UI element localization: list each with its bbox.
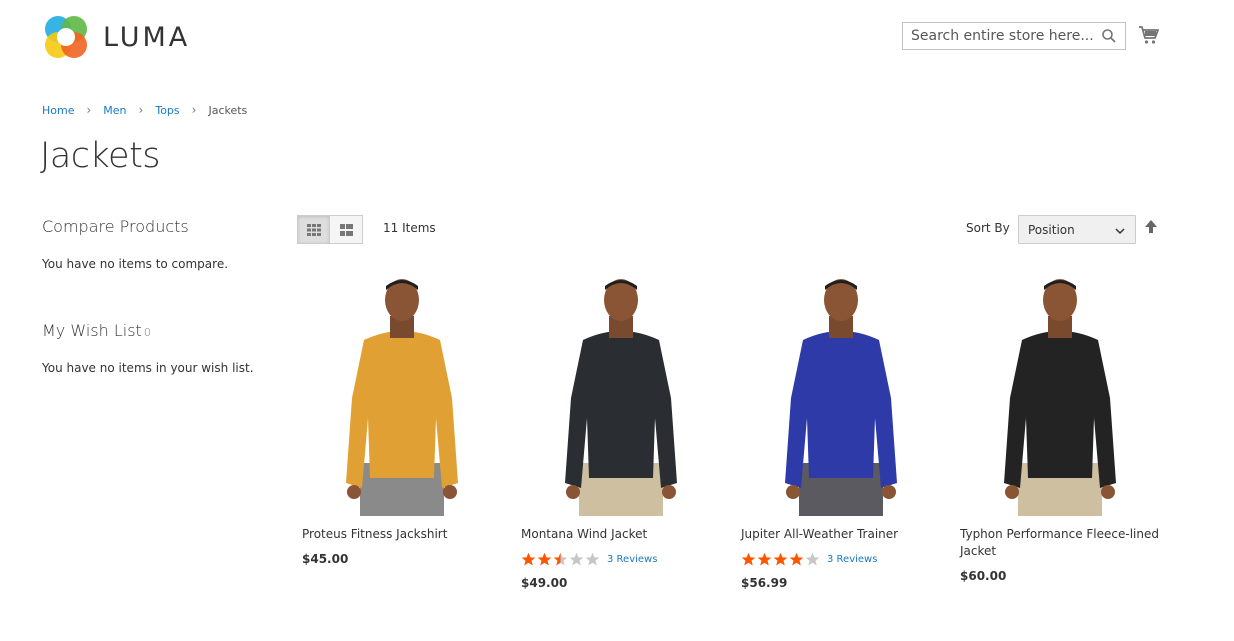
product-item[interactable]: Typhon Performance Fleece-lined Jacket $6… xyxy=(960,278,1160,583)
product-name-link[interactable]: Jupiter All-Weather Trainer xyxy=(741,526,941,543)
rating-stars xyxy=(521,552,601,567)
star-icon xyxy=(585,552,600,565)
cart-icon[interactable] xyxy=(1138,24,1160,46)
sort-by-label: Sort By xyxy=(966,221,1010,235)
star-icon xyxy=(805,552,820,565)
breadcrumb-current: Jackets xyxy=(208,103,248,117)
product-image[interactable] xyxy=(741,278,941,516)
product-item[interactable]: Proteus Fitness Jackshirt $45.00 xyxy=(302,278,502,566)
product-price: $45.00 xyxy=(302,552,349,566)
breadcrumb: Home › Men › Tops › Jackets xyxy=(42,103,247,117)
wishlist-title-block: My Wish List 0 xyxy=(42,321,151,340)
wishlist-count: 0 xyxy=(143,326,151,339)
star-icon xyxy=(569,552,584,565)
star-icon xyxy=(553,552,568,565)
sort-select-value: Position xyxy=(1028,222,1075,237)
product-name-link[interactable]: Proteus Fitness Jackshirt xyxy=(302,526,502,543)
grid-icon xyxy=(306,223,321,236)
product-price: $49.00 xyxy=(521,576,568,590)
star-icon xyxy=(521,552,536,565)
product-name-link[interactable]: Typhon Performance Fleece-lined Jacket xyxy=(960,526,1160,560)
product-item[interactable]: Montana Wind Jacket 3 Reviews $49.00 xyxy=(521,278,721,590)
sort-select[interactable]: Position xyxy=(1018,215,1136,244)
wishlist-empty-message: You have no items in your wish list. xyxy=(42,361,254,375)
search-icon[interactable] xyxy=(1101,28,1117,44)
star-icon xyxy=(773,552,788,565)
compare-products-title: Compare Products xyxy=(42,217,189,236)
luma-logo[interactable]: LUMA xyxy=(43,14,203,60)
wishlist-title: My Wish List xyxy=(42,321,142,340)
reviews-link[interactable]: 3 Reviews xyxy=(607,554,657,565)
product-item[interactable]: Jupiter All-Weather Trainer 3 Reviews $56.… xyxy=(741,278,941,590)
breadcrumb-home[interactable]: Home xyxy=(42,104,74,117)
compare-empty-message: You have no items to compare. xyxy=(42,257,229,271)
rating-stars xyxy=(741,552,821,567)
list-view-button[interactable] xyxy=(330,215,363,244)
view-mode-switcher xyxy=(297,215,363,244)
luma-logo-icon xyxy=(45,16,87,58)
brand-name: LUMA xyxy=(103,21,191,53)
chevron-right-icon: › xyxy=(86,103,92,117)
star-icon xyxy=(789,552,804,565)
product-rating: 3 Reviews xyxy=(741,551,941,567)
product-rating: 3 Reviews xyxy=(521,551,721,567)
product-price: $56.99 xyxy=(741,576,788,590)
page-title: Jackets xyxy=(40,136,161,176)
search-input[interactable] xyxy=(903,23,1101,49)
breadcrumb-men[interactable]: Men xyxy=(103,104,126,117)
reviews-link[interactable]: 3 Reviews xyxy=(827,554,877,565)
product-image[interactable] xyxy=(302,278,502,516)
grid-view-button[interactable] xyxy=(297,215,330,244)
list-icon xyxy=(339,223,353,236)
product-image[interactable] xyxy=(521,278,721,516)
star-icon xyxy=(757,552,772,565)
product-price: $60.00 xyxy=(960,569,1007,583)
chevron-right-icon: › xyxy=(191,103,197,117)
search-box[interactable] xyxy=(902,22,1126,50)
star-icon xyxy=(741,552,756,565)
breadcrumb-tops[interactable]: Tops xyxy=(155,104,179,117)
items-count: 11 Items xyxy=(383,221,436,235)
chevron-down-icon xyxy=(1115,228,1125,235)
sort-direction-icon[interactable] xyxy=(1144,219,1158,235)
chevron-right-icon: › xyxy=(138,103,144,117)
star-icon xyxy=(537,552,552,565)
product-image[interactable] xyxy=(960,278,1160,516)
product-name-link[interactable]: Montana Wind Jacket xyxy=(521,526,721,543)
